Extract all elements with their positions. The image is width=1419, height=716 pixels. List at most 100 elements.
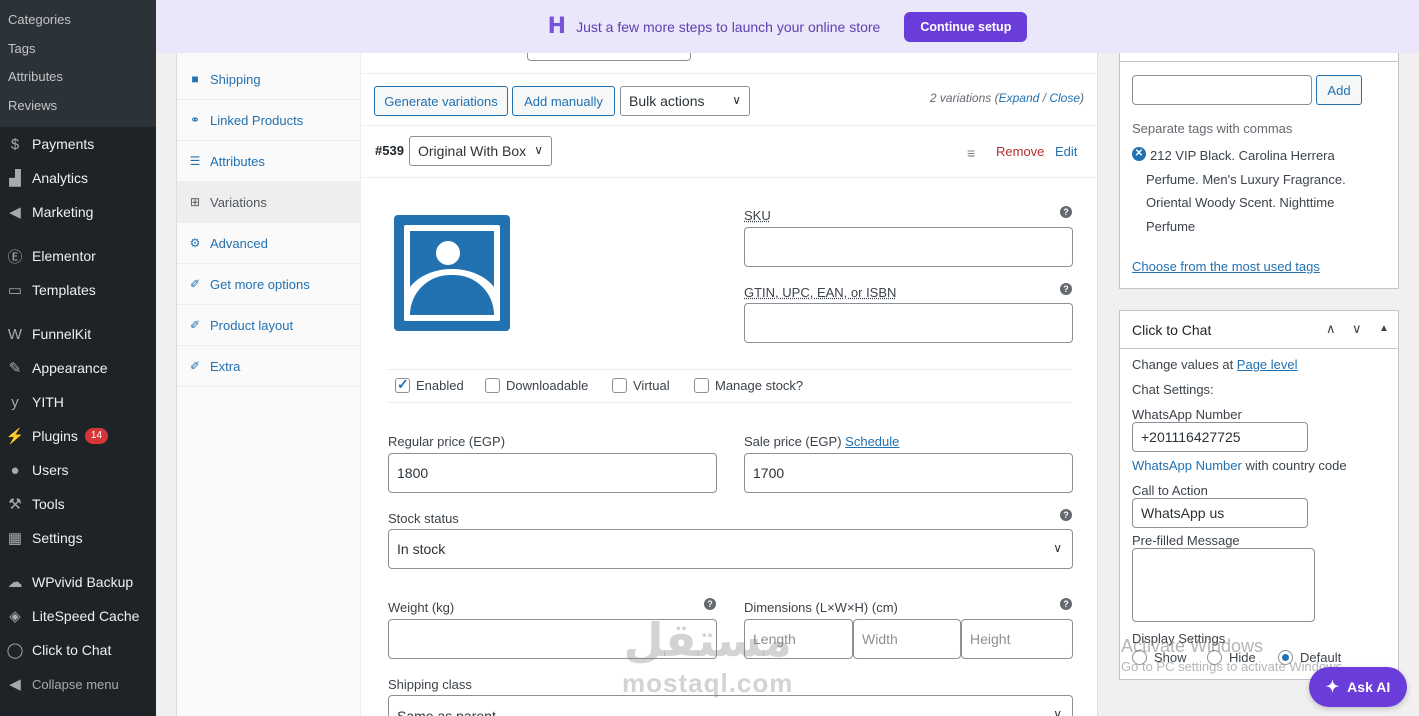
chevron-down-icon: ∨ [732,93,741,107]
chat-settings-label: Chat Settings: [1132,382,1214,397]
tab-linked-products[interactable]: ⚭ Linked Products [177,100,360,141]
product-data-tabs: ■ Shipping ⚭ Linked Products ☰ Attributes ⊞ Var… [177,53,361,716]
whatsapp-number-label: WhatsApp Number [1132,407,1242,422]
menu-item-analytics[interactable]: ▟ Analytics [0,161,156,195]
menu-item-appearance[interactable]: ✎ Appearance [0,351,156,385]
payments-icon: $ [10,135,20,153]
click-to-chat-header[interactable]: Click to Chat ∧ ∨ ▲ [1120,311,1398,349]
bulk-actions-value: Bulk actions [629,93,705,109]
variation-attribute-select[interactable]: Original With Box ∨ [409,136,552,166]
tab-extra[interactable]: ✐ Extra [177,346,360,387]
virtual-checkbox[interactable]: Virtual [612,378,670,393]
marketing-icon: ◀ [9,204,21,221]
chevron-down-icon: ∨ [1053,707,1062,716]
menu-item-click-to-chat[interactable]: ◯ Click to Chat [0,633,156,667]
ask-ai-button[interactable]: ✦ Ask AI [1309,667,1407,707]
collapse-icon: ◀ [9,676,21,693]
help-icon[interactable]: ? [1060,509,1072,521]
tab-variations[interactable]: ⊞ Variations [177,182,360,223]
activate-windows-title: Activate Windows [1121,636,1264,656]
tab-attributes[interactable]: ☰ Attributes [177,141,360,182]
tab-shipping[interactable]: ■ Shipping [177,59,360,100]
submenu-categories[interactable]: Categories [0,6,156,35]
submenu-attributes[interactable]: Attributes [0,63,156,92]
prefilled-message-textarea[interactable] [1132,548,1315,622]
menu-item-label: Plugins [32,428,78,444]
menu-item-users[interactable]: ● Users [0,453,156,487]
menu-item-plugins[interactable]: ⚡ Plugins 14 [0,419,156,453]
tab-product-layout[interactable]: ✐ Product layout [177,305,360,346]
collapse-label: Collapse menu [32,676,119,692]
most-used-tags-link[interactable]: Choose from the most used tags [1132,259,1320,274]
wrench-icon: ✐ [189,318,201,332]
manage-stock-checkbox[interactable]: Manage stock? [694,378,803,393]
menu-item-payments[interactable]: $ Payments [0,127,156,161]
menu-item-tools[interactable]: ⚒ Tools [0,487,156,521]
expand-link[interactable]: Expand [999,91,1040,105]
whatsapp-number-link[interactable]: WhatsApp Number [1132,458,1242,473]
close-link[interactable]: Close [1049,91,1080,105]
generate-variations-button[interactable]: Generate variations [374,86,508,116]
variation-header[interactable]: #539 Original With Box ∨ ≡ Remove Edit [361,126,1098,178]
help-icon[interactable]: ? [704,598,716,610]
menu-item-label: YITH [32,394,64,410]
menu-item-yith[interactable]: y YITH [0,385,156,419]
call-to-action-input[interactable]: WhatsApp us [1132,498,1308,528]
menu-item-wpvivid-backup[interactable]: ☁ WPvivid Backup [0,565,156,599]
menu-item-funnelkit[interactable]: W FunnelKit [0,317,156,351]
edit-variation-link[interactable]: Edit [1055,144,1077,159]
variation-image-placeholder[interactable] [394,215,510,331]
menu-item-marketing[interactable]: ◀ Marketing [0,195,156,229]
analytics-icon: ▟ [9,170,21,187]
menu-item-label: Templates [32,282,96,298]
remove-variation-link[interactable]: Remove [996,144,1044,159]
help-icon[interactable]: ? [1060,598,1072,610]
whatsapp-number-input[interactable]: +201116427725 [1132,422,1308,452]
help-icon[interactable]: ? [1060,206,1072,218]
continue-setup-button[interactable]: Continue setup [904,11,1028,42]
width-input[interactable]: Width [853,619,961,659]
new-tag-input[interactable] [1132,75,1312,105]
collapse-menu[interactable]: ◀ Collapse menu [0,667,156,701]
admin-sidebar: Categories Tags Attributes Reviews $ Paym… [0,0,156,716]
page-level-link[interactable]: Page level [1237,357,1298,372]
help-icon[interactable]: ? [1060,283,1072,295]
sparkle-icon: ✦ [1325,679,1340,696]
sku-input[interactable] [744,227,1073,267]
submenu-tags[interactable]: Tags [0,35,156,64]
menu-item-templates[interactable]: ▭ Templates [0,273,156,307]
schedule-link[interactable]: Schedule [845,434,899,449]
regular-price-input[interactable]: 1800 [388,453,717,493]
drag-handle-icon[interactable]: ≡ [967,145,975,161]
menu-item-litespeed-cache[interactable]: ◈ LiteSpeed Cache [0,599,156,633]
sale-price-input[interactable]: 1700 [744,453,1073,493]
bulk-actions-select[interactable]: Bulk actions ∨ [620,86,750,116]
add-tag-button[interactable]: Add [1316,75,1362,105]
tab-get-more-options[interactable]: ✐ Get more options [177,264,360,305]
enabled-label: Enabled [416,378,464,393]
menu-item-elementor[interactable]: Ⓔ Elementor [0,239,156,273]
change-values-text: Change values at Page level [1132,357,1298,372]
add-manually-button[interactable]: Add manually [512,86,615,116]
toggle-panel-icon[interactable]: ▲ [1379,323,1389,334]
submenu-reviews[interactable]: Reviews [0,92,156,121]
move-up-icon[interactable]: ∧ [1326,321,1336,337]
checkbox-checked-icon [395,376,410,393]
stock-status-select[interactable]: In stock ∨ [388,529,1073,569]
tab-advanced[interactable]: ⚙ Advanced [177,223,360,264]
tag-line: Perfume. Men's Luxury Fragrance. [1146,172,1346,187]
remove-tag-icon[interactable]: ✕ [1132,147,1146,161]
tab-label: Shipping [210,71,261,87]
downloadable-checkbox[interactable]: Downloadable [485,378,588,393]
menu-item-label: LiteSpeed Cache [32,608,140,624]
tag-line: Perfume [1146,219,1196,234]
whatsapp-icon: ◯ [6,642,24,659]
gtin-input[interactable] [744,303,1073,343]
manage-stock-label: Manage stock? [715,378,804,393]
menu-item-label: Analytics [32,170,89,186]
height-input[interactable]: Height [961,619,1073,659]
menu-item-settings[interactable]: ▦ Settings [0,521,156,555]
enabled-checkbox[interactable]: Enabled [395,376,464,393]
move-down-icon[interactable]: ∨ [1352,321,1362,337]
downloadable-label: Downloadable [506,378,589,393]
